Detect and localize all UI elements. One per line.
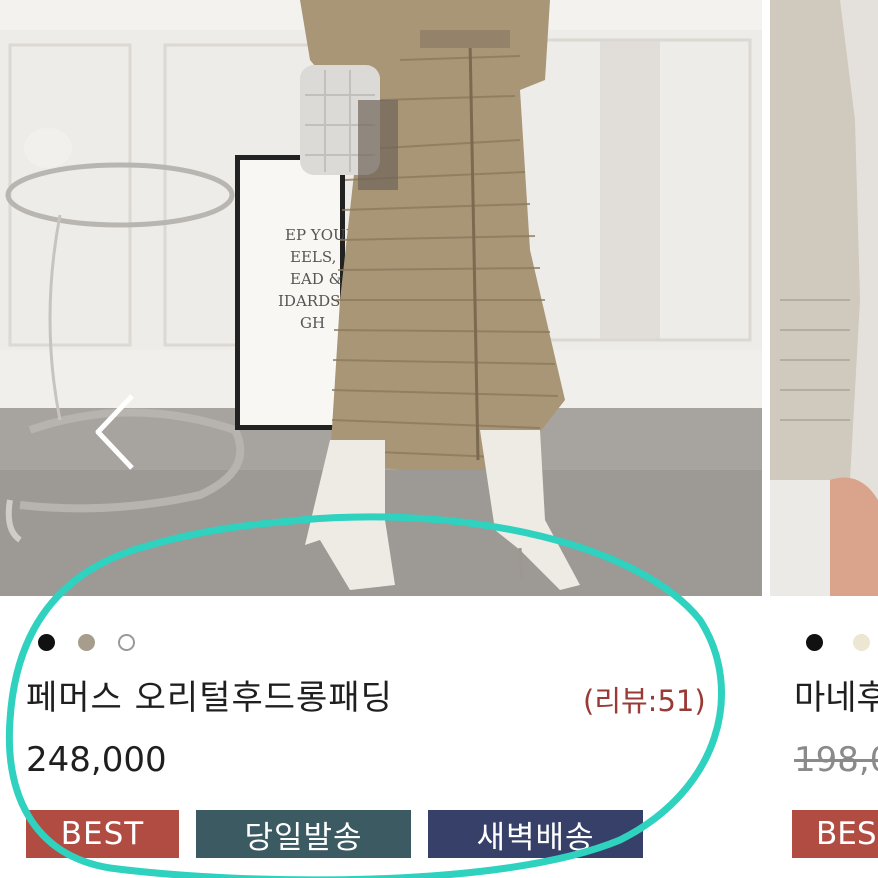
best-badge: BEST	[26, 810, 179, 858]
swatch-cream[interactable]	[853, 634, 870, 651]
swatch-white[interactable]	[118, 634, 135, 651]
card-gap	[762, 0, 770, 878]
swatch-beige[interactable]	[78, 634, 95, 651]
prev-image-button[interactable]	[70, 392, 150, 472]
next-color-swatches	[806, 634, 870, 651]
svg-text:EAD &: EAD &	[290, 270, 342, 288]
swatch-black[interactable]	[806, 634, 823, 651]
dawn-delivery-badge: 새벽배송	[428, 810, 643, 858]
svg-text:GH: GH	[300, 314, 325, 332]
product-card-next[interactable]: 마네후 198,0 BES	[770, 0, 878, 878]
next-product-name[interactable]: 마네후	[794, 670, 878, 719]
review-count-close: )	[694, 684, 706, 718]
next-product-photo[interactable]	[770, 0, 878, 596]
same-day-shipping-badge: 당일발송	[196, 810, 411, 858]
badge-list: BEST 당일발송 새벽배송	[26, 810, 643, 858]
next-product-original-price: 198,0	[794, 740, 878, 780]
product-name[interactable]: 페머스 오리털후드롱패딩	[26, 670, 393, 719]
svg-text:IDARDS: IDARDS	[278, 292, 340, 310]
product-photo-image: EP YOUR EELS, EAD & IDARDS GH	[0, 0, 762, 596]
review-count-text: (리뷰:51	[583, 684, 695, 718]
next-product-photo-image	[770, 0, 878, 596]
swatch-black[interactable]	[38, 634, 55, 651]
chevron-left-icon	[95, 394, 134, 470]
product-photo[interactable]: EP YOUR EELS, EAD & IDARDS GH	[0, 0, 762, 596]
svg-text:EELS,: EELS,	[290, 248, 336, 266]
product-card-main[interactable]: EP YOUR EELS, EAD & IDARDS GH 페머스 오리털후드롱…	[0, 0, 762, 878]
product-price: 248,000	[26, 740, 167, 780]
color-swatches	[38, 634, 135, 651]
next-best-badge: BES	[792, 810, 878, 858]
review-count: (리뷰:51)	[583, 678, 706, 720]
